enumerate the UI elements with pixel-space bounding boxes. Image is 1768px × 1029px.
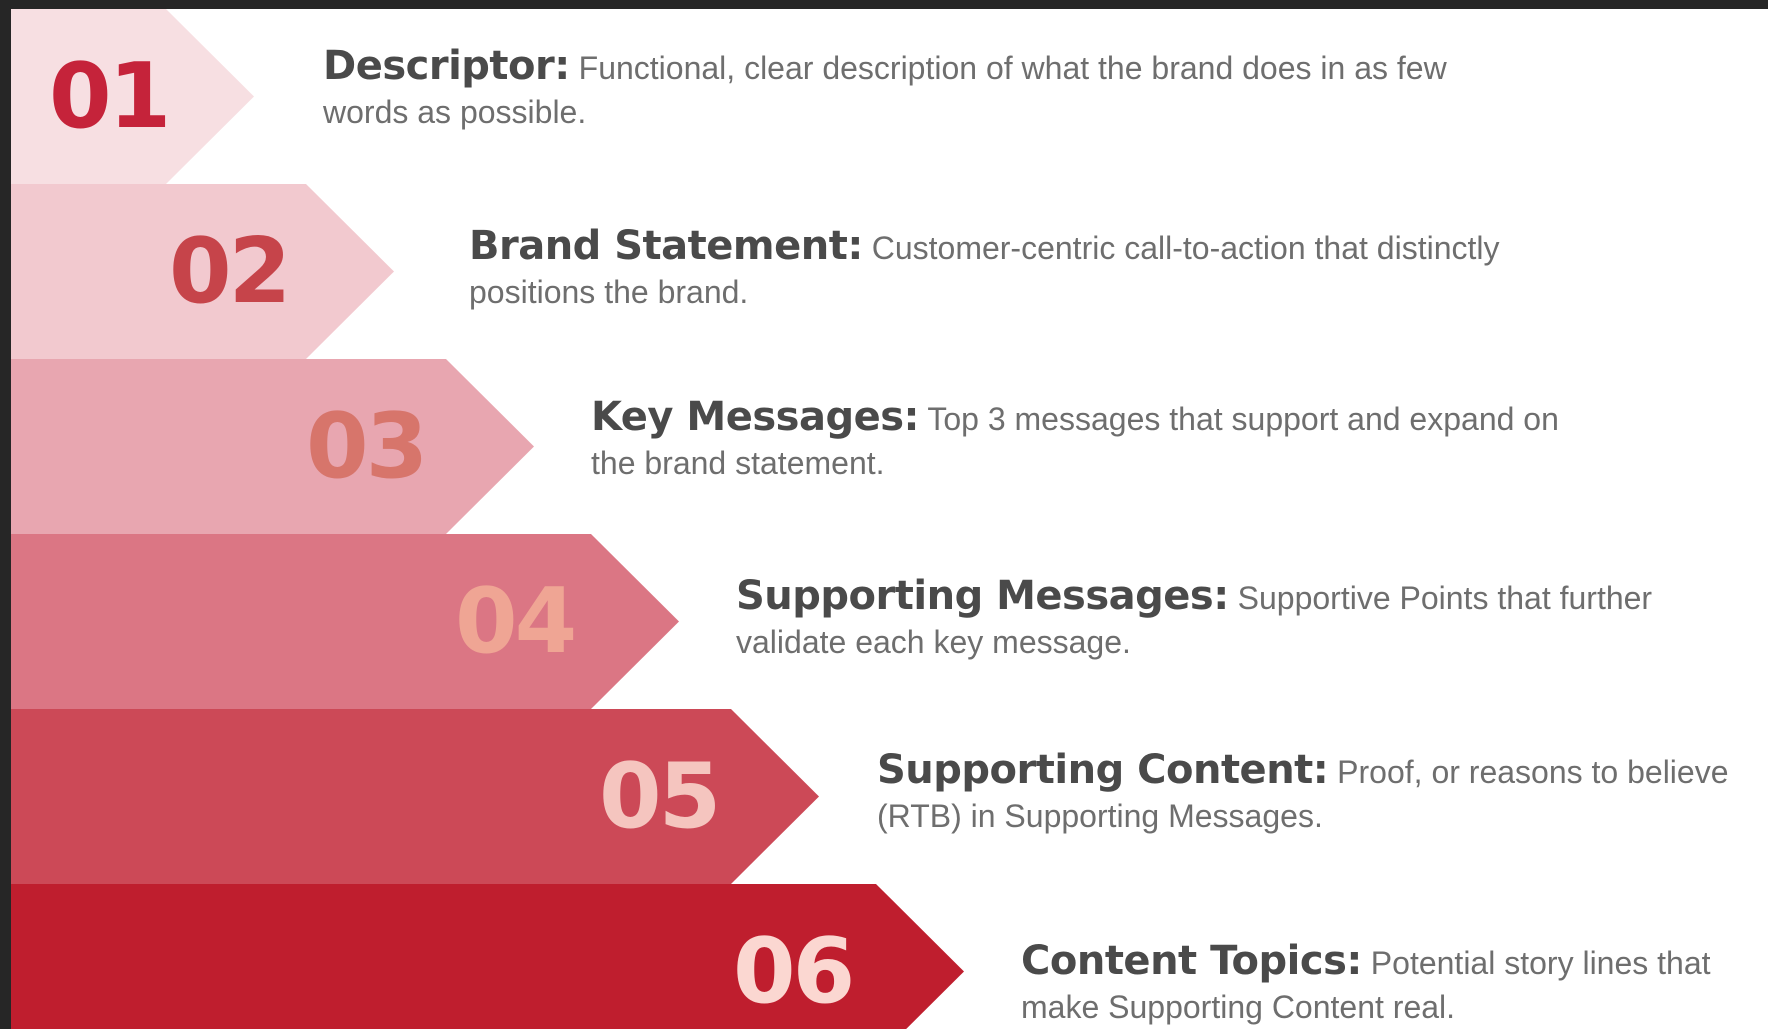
step-term: Supporting Content: xyxy=(877,747,1329,793)
step-number: 01 xyxy=(49,44,171,149)
step-number: 06 xyxy=(733,919,855,1024)
step-term: Descriptor: xyxy=(323,43,570,89)
screenshot-frame: 01 Descriptor: Functional, clear descript… xyxy=(0,0,1768,1029)
brand-messaging-hierarchy-diagram: 01 Descriptor: Functional, clear descript… xyxy=(11,9,1768,1029)
step-02-arrow: 02 xyxy=(11,184,394,359)
arrow-fill xyxy=(11,359,534,534)
arrow-shape xyxy=(11,359,534,534)
step-term: Supporting Messages: xyxy=(736,573,1229,619)
step-06-arrow: 06 xyxy=(11,884,964,1029)
step-term: Key Messages: xyxy=(591,394,920,440)
step-term: Brand Statement: xyxy=(469,223,863,269)
step-number: 05 xyxy=(599,744,721,849)
step-06-description-block: Content Topics: Potential story lines th… xyxy=(1021,939,1761,1029)
step-02-description-block: Brand Statement: Customer-centric call-t… xyxy=(469,224,1629,314)
step-04-description-block: Supporting Messages: Supportive Points t… xyxy=(736,574,1676,664)
step-05-description-block: Supporting Content: Proof, or reasons to… xyxy=(877,748,1737,838)
step-05-arrow: 05 xyxy=(11,709,819,884)
step-number: 03 xyxy=(306,394,428,499)
arrow-shape xyxy=(11,534,679,709)
step-number: 02 xyxy=(169,219,291,324)
step-04-arrow: 04 xyxy=(11,534,679,709)
step-01-description-block: Descriptor: Functional, clear descriptio… xyxy=(323,44,1463,134)
arrow-fill xyxy=(11,534,679,709)
step-term: Content Topics: xyxy=(1021,938,1362,984)
step-number: 04 xyxy=(455,569,577,674)
step-03-arrow: 03 xyxy=(11,359,534,534)
step-01-arrow: 01 xyxy=(11,9,254,184)
step-03-description-block: Key Messages: Top 3 messages that suppor… xyxy=(591,395,1571,485)
